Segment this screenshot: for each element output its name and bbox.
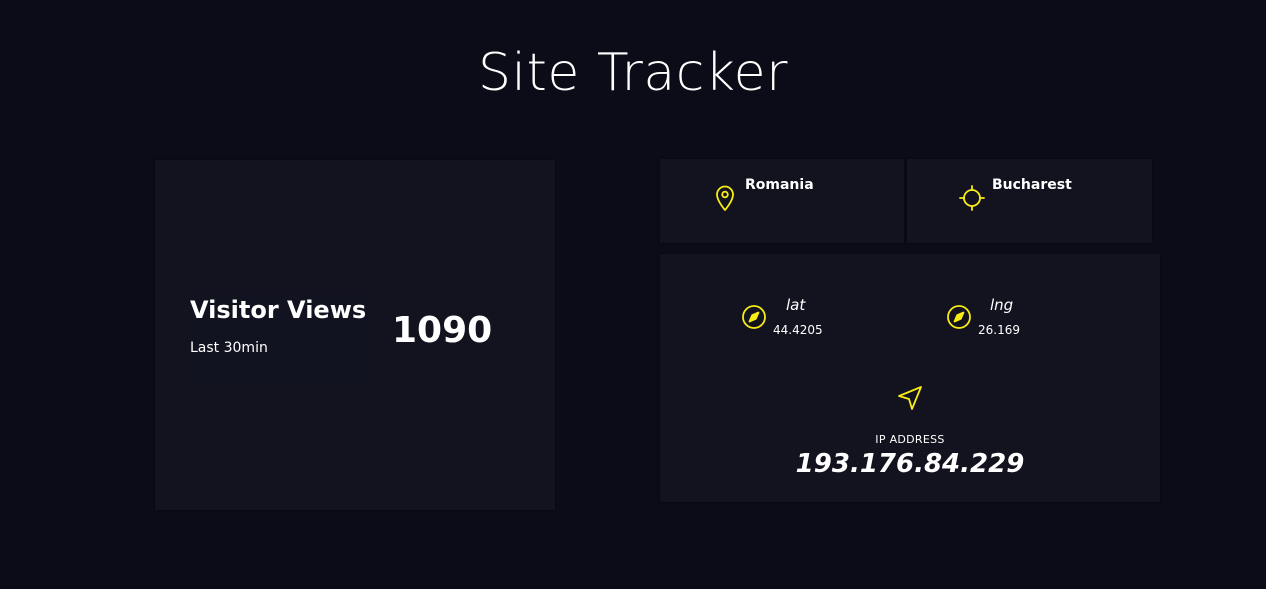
latitude-label: lat [786,296,806,314]
visitor-views-subtitle: Last 30min [190,340,268,356]
latitude-value: 44.4205 [773,323,823,337]
compass-icon [740,303,768,331]
city-card: Bucharest [907,159,1152,243]
city-name: Bucharest [992,177,1072,193]
page-title: Site Tracker [478,43,788,103]
visitor-views-card: Visitor Views Last 30min 1090 [155,160,555,510]
site-tracker-page: Site Tracker Visitor Views Last 30min 10… [0,0,1266,589]
compass-icon [945,303,973,331]
ip-address-value: 193.176.84.229 [795,449,1025,479]
country-name: Romania [745,177,814,193]
coordinates-card: lat 44.4205 lng 26.169 IP ADDRESS 193.17… [660,254,1160,502]
map-pin-icon [710,183,740,213]
country-card: Romania [660,159,904,243]
ip-address-label: IP ADDRESS [875,433,945,446]
navigation-icon [896,384,924,412]
longitude-value: 26.169 [978,323,1020,337]
crosshair-icon [957,183,987,213]
visitor-views-title: Visitor Views [190,296,367,324]
longitude-label: lng [990,296,1014,314]
visitor-count: 1090 [392,310,493,351]
